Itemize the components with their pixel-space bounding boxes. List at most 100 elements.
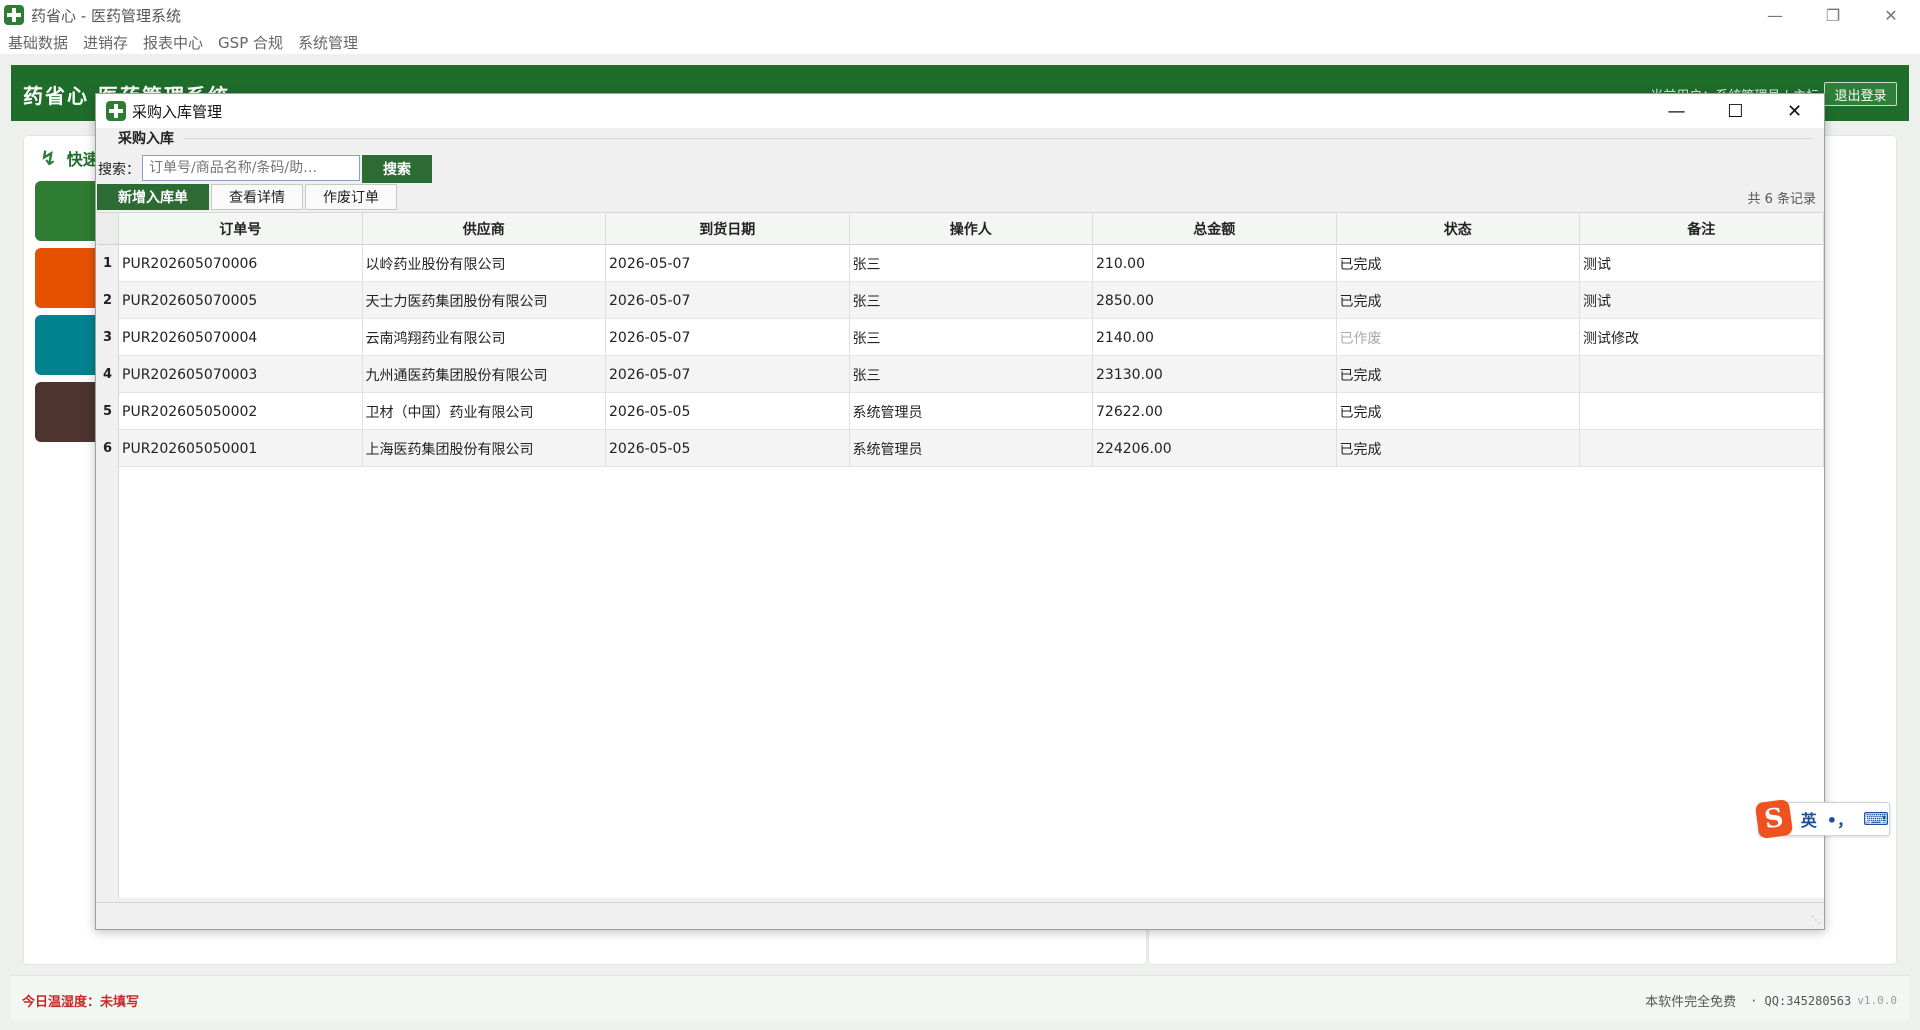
- row-number: 4: [97, 356, 119, 393]
- column-header-order-no[interactable]: 订单号: [119, 213, 363, 245]
- column-header-arrival-date[interactable]: 到货日期: [606, 213, 850, 245]
- temp-humidity-label: 今日温湿度：: [22, 995, 101, 1010]
- table-row[interactable]: 1 PUR202605070006 以岭药业股份有限公司 2026-05-07 …: [97, 245, 1824, 282]
- group-label: 采购入库: [116, 128, 176, 148]
- quick-actions-label: 快速: [66, 150, 99, 169]
- cell-status: 已完成: [1337, 282, 1580, 319]
- dialog-window-controls: — ☐ ✕: [1647, 94, 1824, 128]
- keyboard-icon[interactable]: ⌨: [1863, 809, 1889, 830]
- ime-language-toggle[interactable]: 英: [1801, 807, 1817, 831]
- cell-operator: 系统管理员: [850, 393, 1093, 430]
- sogou-ime-logo-icon[interactable]: S: [1754, 798, 1794, 840]
- table-corner[interactable]: [97, 213, 119, 245]
- qq-contact: · QQ:345280563: [1750, 993, 1852, 1008]
- row-number: 5: [97, 393, 119, 430]
- row-number: 3: [97, 319, 119, 356]
- column-header-status[interactable]: 状态: [1337, 213, 1580, 245]
- table-row[interactable]: 4 PUR202605070003 九州通医药集团股份有限公司 2026-05-…: [97, 356, 1824, 393]
- table-header: 订单号 供应商 到货日期 操作人 总金额 状态 备注: [119, 213, 1824, 245]
- dialog-maximize-icon[interactable]: ☐: [1706, 94, 1765, 128]
- cell-remark: [1580, 430, 1824, 467]
- logout-button[interactable]: 退出登录: [1824, 82, 1897, 106]
- version-label: v1.0.0: [1857, 994, 1897, 1007]
- cell-arrival-date: 2026-05-05: [606, 430, 850, 467]
- window-controls: — ❐ ✕: [1746, 0, 1920, 30]
- cell-operator: 张三: [850, 319, 1093, 356]
- cell-arrival-date: 2026-05-07: [606, 319, 850, 356]
- column-header-supplier[interactable]: 供应商: [363, 213, 606, 245]
- cell-supplier: 卫材（中国）药业有限公司: [363, 393, 606, 430]
- column-header-total-amount[interactable]: 总金额: [1093, 213, 1337, 245]
- temp-humidity-value: 未填写: [100, 995, 140, 1010]
- cell-status: 已作废: [1337, 319, 1580, 356]
- void-order-button[interactable]: 作废订单: [305, 184, 397, 210]
- group-divider: [184, 138, 1812, 139]
- table-row[interactable]: 6 PUR202605050001 上海医药集团股份有限公司 2026-05-0…: [97, 430, 1824, 467]
- app-logo-icon: [4, 5, 24, 25]
- cell-total-amount: 72622.00: [1093, 393, 1337, 430]
- cell-arrival-date: 2026-05-07: [606, 245, 850, 282]
- cell-remark: 测试修改: [1580, 319, 1824, 356]
- app-title: 药省心 - 医药管理系统: [31, 6, 181, 25]
- cell-status: 已完成: [1337, 356, 1580, 393]
- cell-remark: [1580, 356, 1824, 393]
- orders-table: 订单号 供应商 到货日期 操作人 总金额 状态 备注 1 PUR20260507…: [97, 212, 1824, 899]
- cell-supplier: 以岭药业股份有限公司: [363, 245, 606, 282]
- menu-item-gsp[interactable]: GSP 合规: [218, 32, 283, 53]
- cell-total-amount: 2850.00: [1093, 282, 1337, 319]
- cell-total-amount: 23130.00: [1093, 356, 1337, 393]
- search-button[interactable]: 搜索: [362, 155, 432, 183]
- cell-total-amount: 224206.00: [1093, 430, 1337, 467]
- cell-remark: 测试: [1580, 245, 1824, 282]
- cell-order-no: PUR202605050001: [119, 430, 363, 467]
- row-number: 1: [97, 245, 119, 282]
- table-body: 1 PUR202605070006 以岭药业股份有限公司 2026-05-07 …: [97, 245, 1824, 467]
- menu-item-system[interactable]: 系统管理: [298, 32, 358, 53]
- menu-item-reports[interactable]: 报表中心: [143, 32, 203, 53]
- cell-total-amount: 2140.00: [1093, 319, 1337, 356]
- app-titlebar: 药省心 - 医药管理系统 — ❐ ✕: [0, 0, 1920, 30]
- cell-total-amount: 210.00: [1093, 245, 1337, 282]
- status-bar: 今日温湿度：未填写 本软件完全免费 · QQ:345280563 v1.0.0: [11, 975, 1909, 1021]
- table-row[interactable]: 3 PUR202605070004 云南鸿翔药业有限公司 2026-05-07 …: [97, 319, 1824, 356]
- cell-operator: 张三: [850, 282, 1093, 319]
- dialog-close-icon[interactable]: ✕: [1765, 94, 1824, 128]
- cell-remark: [1580, 393, 1824, 430]
- search-input[interactable]: [142, 155, 360, 181]
- cell-arrival-date: 2026-05-05: [606, 393, 850, 430]
- free-software-text: 本软件完全免费: [1645, 995, 1737, 1010]
- close-icon[interactable]: ✕: [1862, 0, 1920, 30]
- status-right: 本软件完全免费 · QQ:345280563 v1.0.0: [1645, 991, 1897, 1011]
- table-row[interactable]: 2 PUR202605070005 天士力医药集团股份有限公司 2026-05-…: [97, 282, 1824, 319]
- temp-humidity-status: 今日温湿度：未填写: [22, 991, 139, 1010]
- column-header-remark[interactable]: 备注: [1580, 213, 1824, 245]
- cell-operator: 系统管理员: [850, 430, 1093, 467]
- cell-arrival-date: 2026-05-07: [606, 282, 850, 319]
- restore-icon[interactable]: ❐: [1804, 0, 1862, 30]
- cell-supplier: 九州通医药集团股份有限公司: [363, 356, 606, 393]
- cell-order-no: PUR202605070003: [119, 356, 363, 393]
- table-row[interactable]: 5 PUR202605050002 卫材（中国）药业有限公司 2026-05-0…: [97, 393, 1824, 430]
- cell-order-no: PUR202605070005: [119, 282, 363, 319]
- view-detail-button[interactable]: 查看详情: [211, 184, 303, 210]
- cell-remark: 测试: [1580, 282, 1824, 319]
- new-inbound-button[interactable]: 新增入库单: [97, 184, 209, 210]
- cell-order-no: PUR202605070004: [119, 319, 363, 356]
- column-header-operator[interactable]: 操作人: [850, 213, 1093, 245]
- cell-status: 已完成: [1337, 245, 1580, 282]
- cell-order-no: PUR202605070006: [119, 245, 363, 282]
- ime-punctuation-toggle[interactable]: •，: [1827, 807, 1853, 831]
- dialog-statusbar: ⋱: [96, 902, 1824, 929]
- minimize-icon[interactable]: —: [1746, 0, 1804, 30]
- menu-item-basic-data[interactable]: 基础数据: [8, 32, 68, 53]
- dialog-minimize-icon[interactable]: —: [1647, 94, 1706, 128]
- cell-status: 已完成: [1337, 393, 1580, 430]
- purchase-inbound-dialog: 采购入库管理 — ☐ ✕ 采购入库 搜索： 搜索 新增入库单 查看详情 作废订单…: [95, 93, 1825, 930]
- cell-arrival-date: 2026-05-07: [606, 356, 850, 393]
- resize-grip-icon[interactable]: ⋱: [1811, 916, 1821, 926]
- menu-item-inventory[interactable]: 进销存: [83, 32, 128, 53]
- ime-toolbar[interactable]: S 英 •， ⌨: [1754, 798, 1890, 840]
- dialog-title: 采购入库管理: [132, 102, 223, 121]
- cell-operator: 张三: [850, 245, 1093, 282]
- menu-bar: 基础数据 进销存 报表中心 GSP 合规 系统管理: [0, 30, 1920, 54]
